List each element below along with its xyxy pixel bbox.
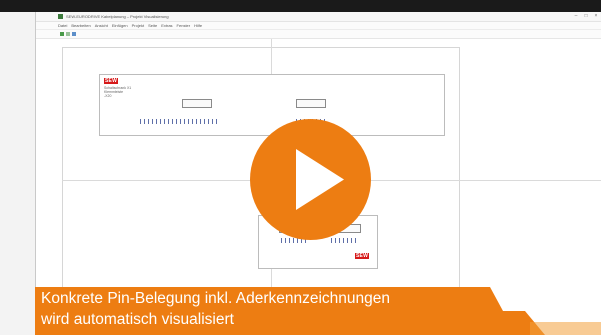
play-icon [296,149,344,210]
play-button[interactable] [250,119,371,240]
menu-item[interactable]: Ansicht [95,22,108,29]
menu-item[interactable]: Extras [161,22,172,29]
toolbar-new-icon[interactable] [60,32,64,36]
title-bar: SEW-EURODRIVE Kabelplanung – Projekt Vis… [36,12,601,22]
connector-housing-right [296,99,326,108]
app-icon [58,14,63,19]
caption-line-1: Konkrete Pin-Belegung inkl. Aderkennzeic… [41,290,390,307]
maximize-button[interactable]: □ [582,12,590,21]
caption-banner: Konkrete Pin-Belegung inkl. Aderkennzeic… [35,287,601,335]
toolbar-open-icon[interactable] [66,32,70,36]
menu-item[interactable]: Einfügen [112,22,128,29]
corner-accent [530,322,601,335]
window-title: SEW-EURODRIVE Kabelplanung – Projekt Vis… [66,14,169,19]
pin-row-left [140,119,217,124]
toolbar [36,30,601,39]
video-thumbnail[interactable]: SEW-EURODRIVE Kabelplanung – Projekt Vis… [0,0,601,335]
menu-bar: Datei Bearbeiten Ansicht Einfügen Projekt Sei… [36,22,601,30]
menu-item[interactable]: Seite [148,22,157,29]
caption-line-2: wird automatisch visualisiert [41,311,234,328]
close-button[interactable]: × [592,12,600,21]
menu-item[interactable]: Fenster [177,22,191,29]
top-strip [0,0,601,12]
connector-housing-left [182,99,212,108]
menu-item[interactable]: Projekt [132,22,144,29]
menu-item[interactable]: Hilfe [194,22,202,29]
menu-item[interactable]: Datei [58,22,67,29]
menu-item[interactable]: Bearbeiten [71,22,90,29]
minimize-button[interactable]: – [572,12,580,21]
toolbar-save-icon[interactable] [72,32,76,36]
sew-logo-bottom: SEW [355,253,369,259]
block-label-line-3: -X20 [104,94,112,98]
sew-logo: SEW [104,78,118,84]
